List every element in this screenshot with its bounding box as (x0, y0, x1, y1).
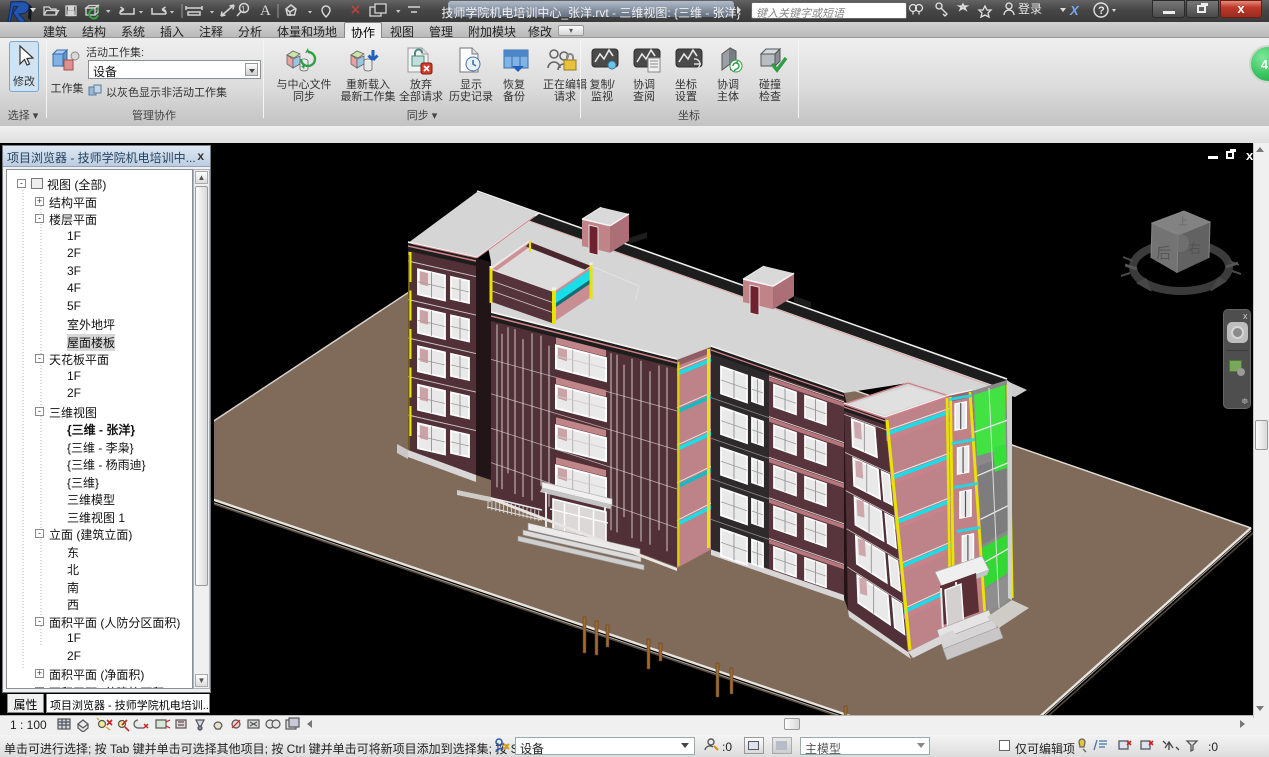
svg-text:上: 上 (1178, 216, 1188, 228)
svg-text:后: 后 (1156, 245, 1171, 262)
svg-text:右: 右 (1188, 241, 1201, 256)
svg-text:A: A (260, 3, 271, 19)
svg-text:?: ? (1098, 5, 1105, 17)
svg-text:登录: 登录 (1018, 1, 1042, 16)
svg-text:1: 1 (241, 5, 246, 14)
